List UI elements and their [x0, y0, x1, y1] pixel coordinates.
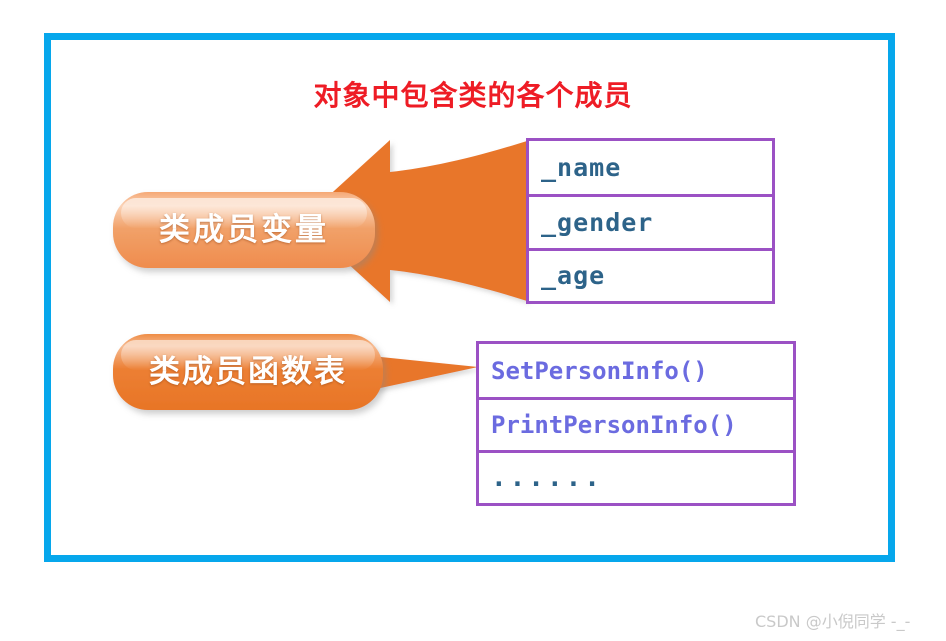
table-row: PrintPersonInfo()	[479, 397, 793, 450]
member-variables-table: _name _gender _age	[526, 138, 775, 304]
table-row: ......	[479, 450, 793, 503]
table-row: SetPersonInfo()	[479, 344, 793, 397]
member-functions-table: SetPersonInfo() PrintPersonInfo() ......	[476, 341, 796, 506]
class-member-function-table-label: 类成员函数表	[149, 354, 347, 390]
csdn-watermark: CSDN @小倪同学 -_-	[755, 612, 911, 631]
page-title: 对象中包含类的各个成员	[313, 81, 633, 112]
table-row: _gender	[529, 194, 772, 248]
class-member-variables-label: 类成员变量	[159, 212, 329, 248]
diagram-canvas: 对象中包含类的各个成员 类成员变量 类成员函数表 _name _gender _…	[0, 0, 946, 641]
table-row: _age	[529, 247, 772, 301]
table-row: _name	[529, 141, 772, 195]
